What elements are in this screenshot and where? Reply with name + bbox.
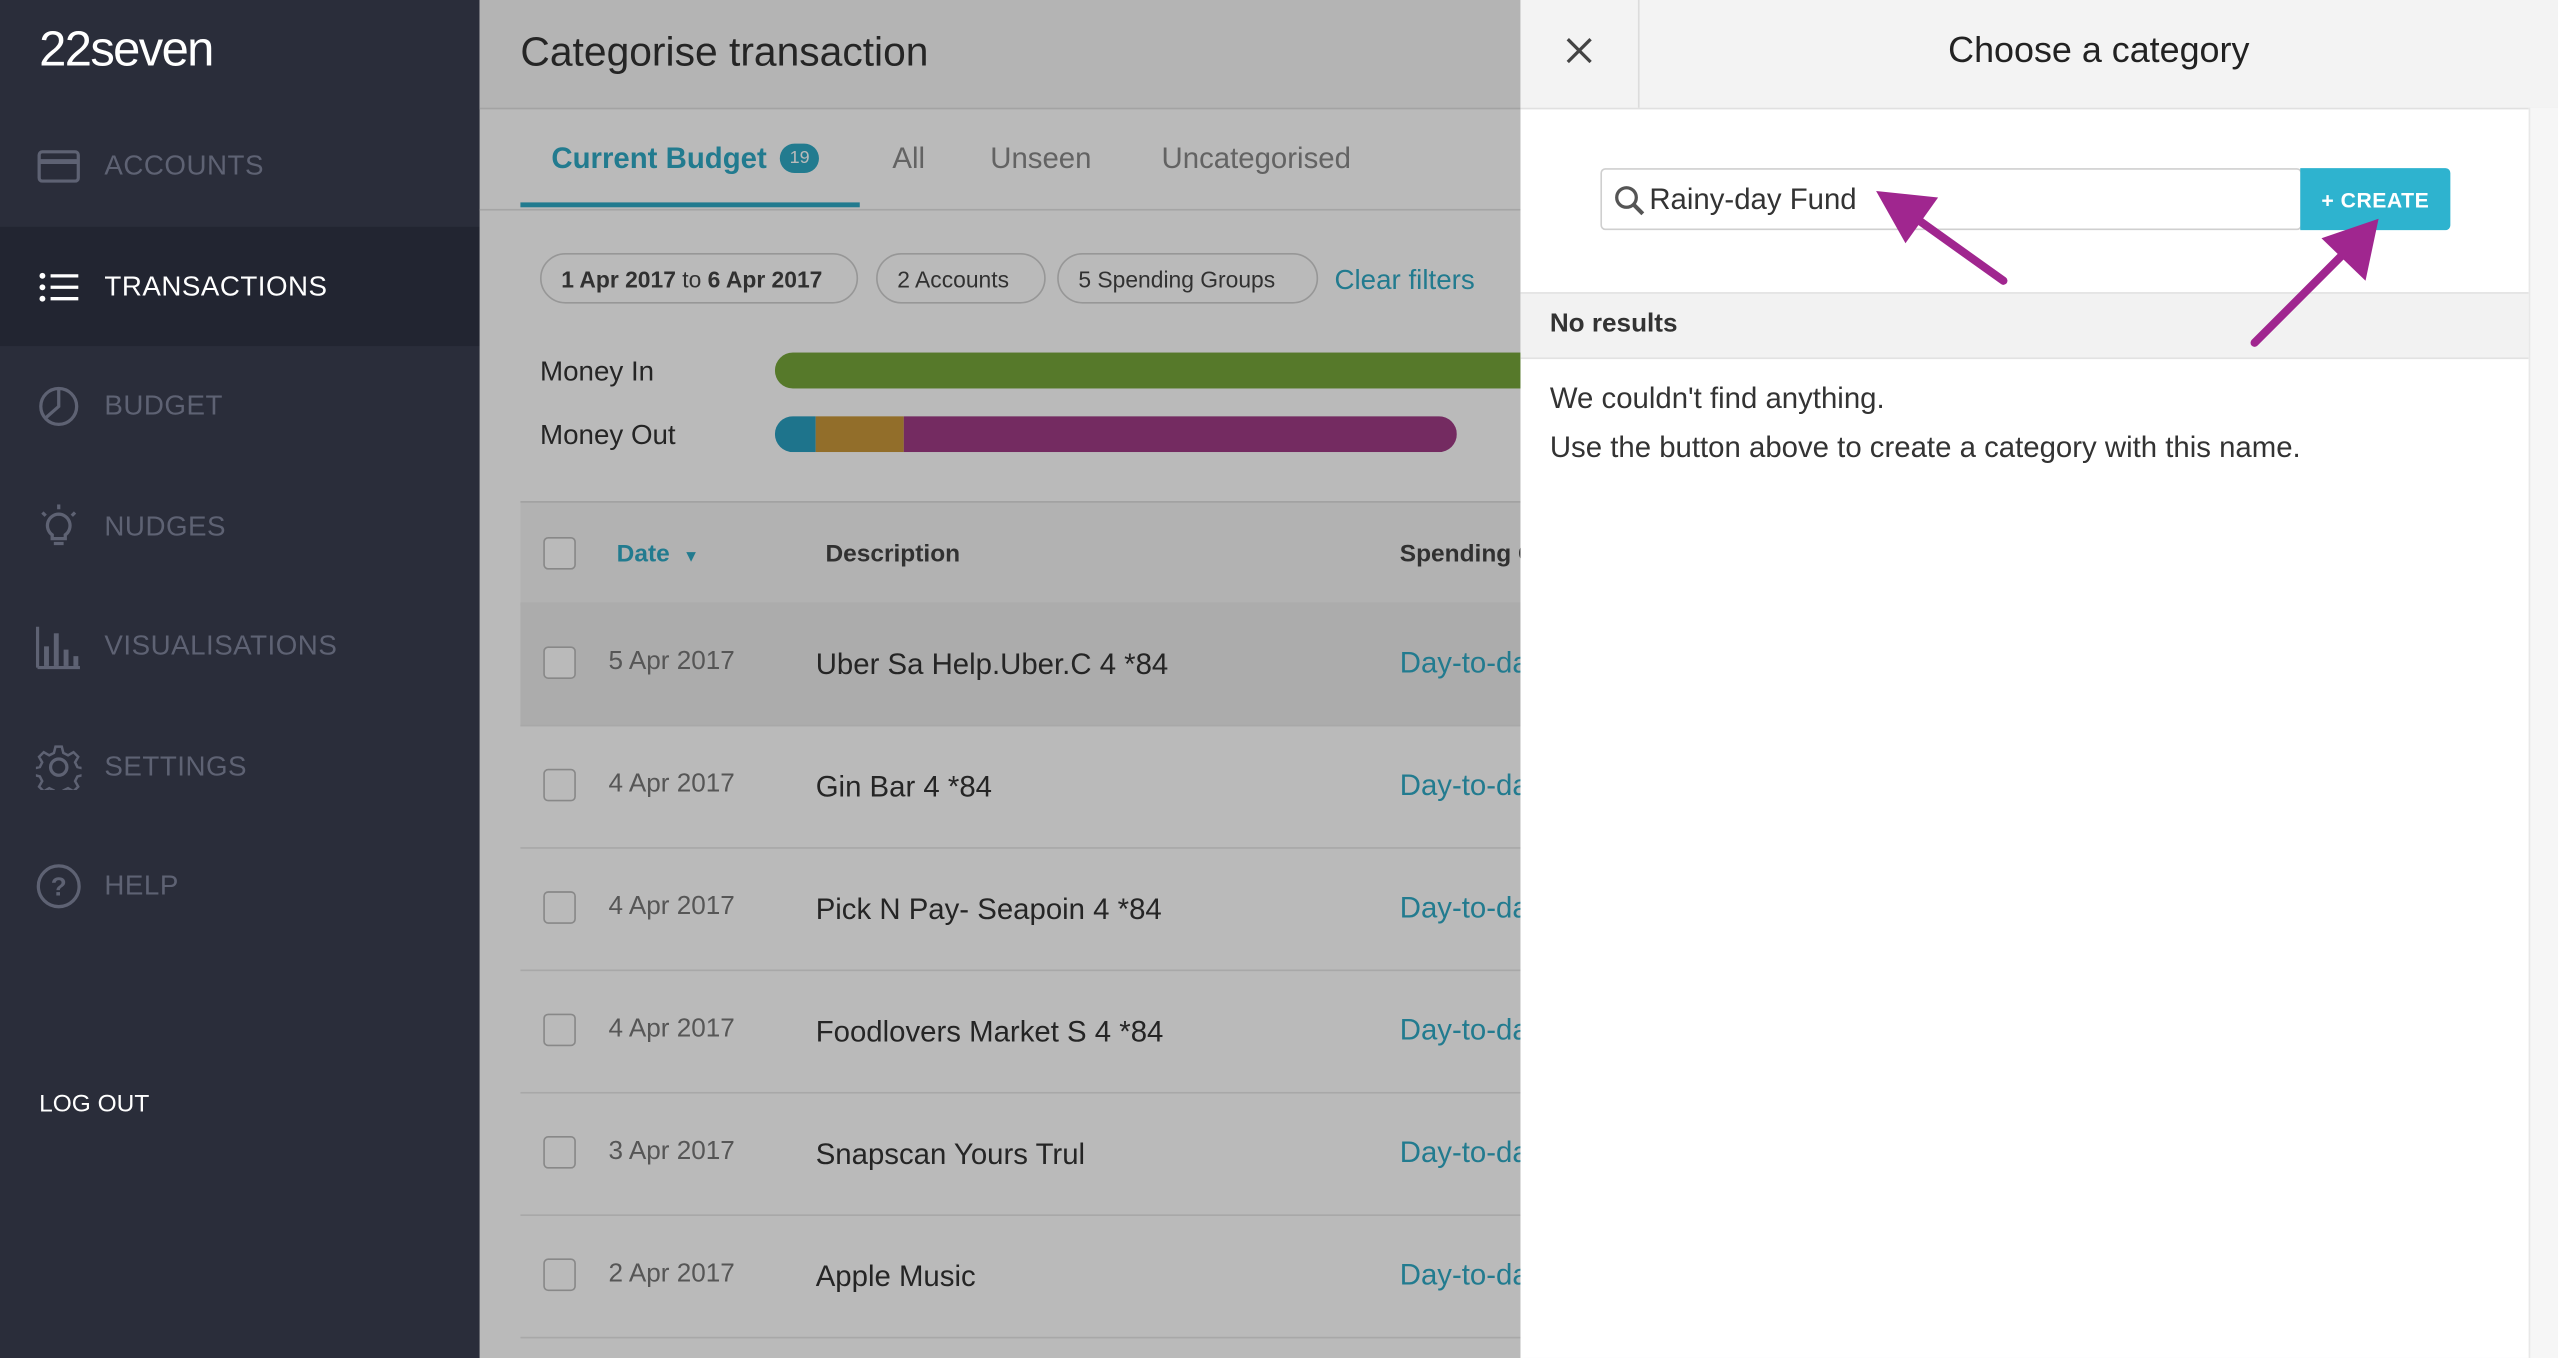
create-category-button[interactable]: + CREATE — [2300, 168, 2451, 231]
gear-icon — [35, 743, 82, 790]
sidebar-item-label: TRANSACTIONS — [104, 270, 328, 302]
card-icon — [36, 143, 82, 189]
search-icon — [1613, 184, 1646, 225]
panel-header: Choose a category — [1520, 0, 2558, 110]
sidebar-item-transactions[interactable]: TRANSACTIONS — [0, 226, 480, 347]
modal-backdrop[interactable] — [479, 0, 1524, 1358]
svg-text:?: ? — [51, 870, 67, 900]
panel-scrollbar[interactable] — [2528, 107, 2558, 1358]
help-icon: ? — [36, 863, 82, 909]
sidebar-item-visualisations[interactable]: VISUALISATIONS — [0, 586, 480, 705]
sidebar-item-budget[interactable]: BUDGET — [0, 346, 480, 465]
app-logo[interactable]: 22seven — [39, 23, 214, 78]
sidebar-item-settings[interactable]: SETTINGS — [0, 707, 480, 826]
empty-message-line: We couldn't find anything. — [1549, 381, 1885, 415]
sidebar-item-label: NUDGES — [104, 510, 227, 542]
sidebar-item-label: HELP — [104, 869, 179, 901]
list-icon — [36, 264, 82, 310]
bar-chart-icon — [35, 623, 82, 669]
results-header: No results — [1520, 292, 2529, 360]
sidebar-item-nudges[interactable]: NUDGES — [0, 467, 480, 586]
close-button[interactable] — [1520, 0, 1640, 108]
sidebar-item-label: BUDGET — [104, 389, 223, 421]
sidebar-item-label: ACCOUNTS — [104, 149, 264, 181]
pie-chart-icon — [36, 383, 82, 429]
category-search-box — [1600, 168, 2302, 231]
lightbulb-icon — [36, 503, 82, 550]
sidebar-item-label: SETTINGS — [104, 749, 248, 782]
panel-title: Choose a category — [1948, 29, 2250, 71]
results-header-label: No results — [1549, 310, 1678, 338]
sidebar-item-label: VISUALISATIONS — [104, 629, 338, 661]
sidebar-item-help[interactable]: ? HELP — [0, 826, 480, 945]
category-search-input[interactable] — [1649, 169, 2286, 229]
sidebar-item-accounts[interactable]: ACCOUNTS — [0, 106, 480, 225]
empty-message-line: Use the button above to create a categor… — [1549, 430, 2301, 464]
choose-category-panel: Choose a category + CREATE No results We… — [1520, 0, 2558, 1358]
close-icon — [1565, 35, 1594, 73]
logout-link[interactable]: LOG OUT — [39, 1090, 149, 1118]
sidebar: 22seven ACCOUNTS TRANSACTIONS BUDGET NUD… — [0, 0, 480, 1358]
